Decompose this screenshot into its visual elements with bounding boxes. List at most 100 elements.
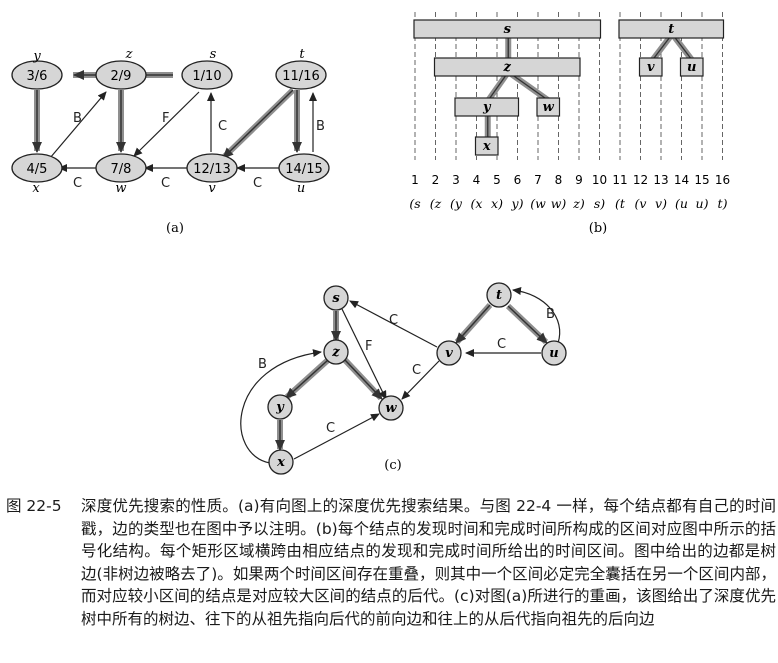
label-v-s: C [218,119,227,134]
node-a-s-times: 1/10 [192,69,221,84]
panel-c-nontree-edges [240,287,561,464]
interval-label-v: v [647,60,655,75]
label-c-v-s: C [389,313,398,328]
paren-10: s) [594,196,605,211]
node-a-t-name: t [299,47,305,62]
label-x-z: B [73,111,82,126]
tick-9: 9 [575,173,583,187]
caption-number: 图 22-5 [6,497,62,515]
panel-b-tree-edges [484,32,696,140]
node-a-w-name: w [115,181,126,196]
node-a-x-name: x [32,181,40,196]
node-c-u: u [541,340,567,366]
paren-15: u) [696,196,709,211]
node-c-w: w [378,395,404,421]
node-c-s-name: s [332,291,340,306]
panel-c-label: (c) [384,458,401,473]
panel-a-nodes: 3/6 y 2/9 z 1/10 s 11/16 t 4/5 x 7/8 w 1… [11,47,330,196]
panel-b-label: (b) [589,221,607,236]
paren-13: v) [655,196,667,211]
node-a-z: 2/9 z [95,47,147,90]
panel-c-nodes: s z y x w t v u [267,282,567,475]
interval-label-s: s [504,22,512,37]
edge-c-s-w [341,308,387,400]
node-a-v: 12/13 v [186,153,238,196]
paren-2: (z [430,196,442,211]
paren-7: (w [530,196,546,211]
edge-c-x-w [293,413,380,460]
node-c-s: s [323,285,349,311]
node-c-v-name: v [445,346,453,361]
tick-4: 4 [473,173,481,187]
paren-8: w) [551,196,567,211]
node-c-z-name: z [331,345,340,360]
node-c-u-name: u [549,346,558,361]
tick-7: 7 [534,173,542,187]
node-a-y-name: y [32,49,41,64]
paren-3: (y [450,196,463,211]
tick-8: 8 [555,173,563,187]
label-c-v-w: C [412,363,421,378]
interval-label-x: x [482,139,491,154]
paren-6: y) [511,196,524,211]
tick-13: 13 [653,173,668,187]
paren-11: (t [615,196,626,211]
label-c-x-w: C [326,421,335,436]
node-c-t-name: t [496,288,502,303]
node-a-w-times: 7/8 [111,162,132,177]
node-a-s-name: s [210,47,217,62]
panel-c: B F C C C B C s z y x w t v u (c) [240,282,567,475]
interval-label-y: y [482,100,492,115]
node-a-t-times: 11/16 [282,69,319,84]
panel-b-tick-labels: 1 2 3 4 5 6 7 8 9 10 11 12 13 14 15 16 [411,173,730,187]
panel-b-parenthesization: (s (z (y (x x) y) (w w) z) s) (t (v v) (u u) t) [409,196,727,211]
node-c-y: y [267,394,293,420]
node-a-v-name: v [208,181,216,196]
paren-16: t) [718,196,728,211]
tick-1: 1 [411,173,419,187]
label-v-w: C [161,176,170,191]
node-c-y-name: y [275,400,285,415]
node-c-x-name: x [276,455,285,470]
tick-15: 15 [694,173,709,187]
node-a-u: 14/15 u [278,153,330,196]
label-s-w: F [162,111,169,126]
paren-1: (s [409,196,420,211]
label-c-u-t: B [546,307,555,322]
node-a-s: 1/10 s [181,47,233,90]
tick-10: 10 [592,173,607,187]
interval-label-w: w [543,100,555,115]
tick-16: 16 [715,173,730,187]
node-c-v: v [436,340,462,366]
node-a-w: 7/8 w [95,153,147,196]
panel-a-label: (a) [166,221,184,236]
node-a-v-times: 12/13 [193,162,230,177]
paren-9: z) [572,196,585,211]
label-w-x: C [73,176,82,191]
node-c-z: z [323,339,349,365]
tick-11: 11 [612,173,627,187]
node-a-x-times: 4/5 [27,162,48,177]
panel-c-edge-labels: B F C C C B C [258,307,555,436]
node-a-u-name: u [297,181,305,196]
label-u-t: B [316,119,325,134]
label-c-u-v: C [497,337,506,352]
panel-b: szyxwtv u 1 2 3 4 5 6 7 8 9 10 11 12 13 14 15 16 (s (z (y(… [409,12,730,236]
paren-14: (u [675,196,688,211]
interval-label-z: z [503,60,512,75]
panel-a: B F C B C C C 3/6 y 2/9 z 1/10 s 11/16 t… [11,47,330,236]
paren-5: x) [491,196,503,211]
tick-3: 3 [452,173,460,187]
caption-text: 深度优先搜索的性质。(a)有向图上的深度优先搜索结果。与图 22-4 一样，每个… [81,497,776,628]
label-c-s-w: F [365,339,372,354]
tick-2: 2 [432,173,440,187]
paren-4: (x [471,196,483,211]
tick-5: 5 [493,173,501,187]
panel-a-nontree-edges [49,91,317,172]
interval-label-t: t [668,22,674,37]
node-a-u-times: 14/15 [285,162,322,177]
node-a-t: 11/16 t [275,47,327,90]
label-u-v: C [253,176,262,191]
paren-12: (v [635,196,647,211]
node-a-z-times: 2/9 [111,69,132,84]
